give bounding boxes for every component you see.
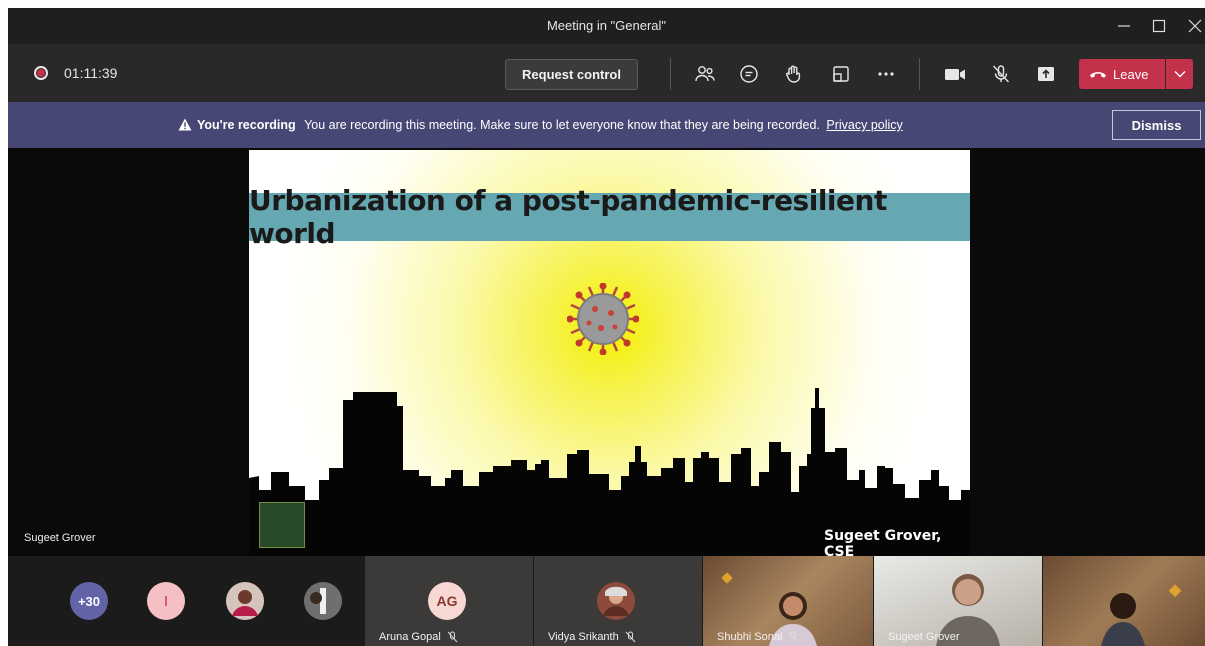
maximize-button[interactable] xyxy=(1147,14,1171,38)
participant-name: Vidya Srikanth xyxy=(548,631,636,643)
hand-icon xyxy=(786,65,801,83)
microphone-off-icon xyxy=(625,631,636,643)
leave-options-button[interactable] xyxy=(1166,59,1193,89)
leave-label: Leave xyxy=(1113,66,1149,82)
chat-icon xyxy=(740,65,758,83)
participant-photo-avatar[interactable] xyxy=(226,582,264,620)
shared-screen-stage: Urbanization of a post-pandemic-resilien… xyxy=(8,148,1205,556)
more-icon xyxy=(878,72,894,76)
teams-meeting-window: Meeting in "General" 01:11:39 Request co… xyxy=(8,8,1205,646)
presenter-name: Sugeet Grover xyxy=(24,532,96,544)
person-photo-icon xyxy=(226,582,264,620)
participant-name-label: Aruna Gopal xyxy=(379,631,441,643)
raise-hand-button[interactable] xyxy=(781,61,807,87)
participant-name-label: Sugeet Grover xyxy=(888,631,960,643)
toolbar-divider xyxy=(670,58,671,90)
participant-name: Sugeet Grover xyxy=(888,631,960,643)
more-actions-button[interactable] xyxy=(873,61,899,87)
banner-text: You're recording You are recording this … xyxy=(178,118,903,132)
microphone-off-icon xyxy=(789,631,799,643)
microphone-off-icon xyxy=(992,65,1010,83)
request-control-button[interactable]: Request control xyxy=(505,59,638,90)
participant-video-tile[interactable]: Sugeet Grover xyxy=(874,556,1042,646)
camera-button[interactable] xyxy=(942,61,968,87)
window-title: Meeting in "General" xyxy=(546,18,667,33)
warning-icon xyxy=(178,118,192,131)
participant-tile[interactable]: Vidya Srikanth xyxy=(534,556,702,646)
participant-video-tile[interactable] xyxy=(1043,556,1205,646)
webcam-video-image xyxy=(1101,584,1182,646)
dismiss-button[interactable]: Dismiss xyxy=(1112,110,1201,140)
maximize-icon xyxy=(1152,19,1166,33)
participant-video-tile[interactable]: Shubhi Sonal xyxy=(703,556,873,646)
microphone-off-icon xyxy=(447,631,458,643)
meeting-timer: 01:11:39 xyxy=(64,65,118,81)
recording-banner: You're recording You are recording this … xyxy=(8,102,1205,148)
video-camera-icon xyxy=(945,69,965,80)
people-icon xyxy=(695,66,715,82)
slide-credit: Sugeet Grover, CSE xyxy=(824,528,942,556)
breakout-rooms-icon xyxy=(833,66,849,82)
participant-name: Shubhi Sonal xyxy=(717,631,799,643)
participant-name-label: Vidya Srikanth xyxy=(548,631,619,643)
minimize-button[interactable] xyxy=(1112,14,1136,38)
participant-initials-avatar: AG xyxy=(428,582,466,620)
hang-up-icon xyxy=(1090,72,1106,78)
recording-indicator-icon xyxy=(34,66,48,80)
banner-message: You are recording this meeting. Make sur… xyxy=(304,118,820,132)
person-photo-icon xyxy=(304,582,342,620)
participant-strip: +30 I AG Aruna Gopal Vidya Srikanth Shub… xyxy=(8,556,1205,646)
close-button[interactable] xyxy=(1183,14,1205,38)
share-icon xyxy=(1038,67,1054,81)
chevron-down-icon xyxy=(1174,71,1185,78)
presentation-slide: Urbanization of a post-pandemic-resilien… xyxy=(249,150,970,556)
mute-button[interactable] xyxy=(988,61,1014,87)
privacy-policy-link[interactable]: Privacy policy xyxy=(826,118,902,132)
cse-logo xyxy=(259,502,305,548)
city-skyline-image xyxy=(249,388,970,556)
participant-avatar[interactable]: I xyxy=(147,582,185,620)
meeting-toolbar: 01:11:39 Request control Leave xyxy=(8,44,1205,102)
more-participants-button[interactable]: +30 xyxy=(70,582,108,620)
participants-button[interactable] xyxy=(692,61,718,87)
toolbar-divider xyxy=(919,58,920,90)
banner-heading: You're recording xyxy=(197,118,296,132)
title-bar: Meeting in "General" xyxy=(8,8,1205,44)
participant-photo-avatar[interactable] xyxy=(304,582,342,620)
close-icon xyxy=(1188,19,1202,33)
person-photo-icon xyxy=(597,582,635,620)
minimize-icon xyxy=(1118,25,1130,27)
leave-button[interactable]: Leave xyxy=(1079,59,1165,89)
chat-button[interactable] xyxy=(736,61,762,87)
participant-name: Aruna Gopal xyxy=(379,631,458,643)
rooms-button[interactable] xyxy=(828,61,854,87)
participant-name-label: Shubhi Sonal xyxy=(717,631,783,643)
participant-tile[interactable]: AG Aruna Gopal xyxy=(365,556,533,646)
share-screen-button[interactable] xyxy=(1033,61,1059,87)
